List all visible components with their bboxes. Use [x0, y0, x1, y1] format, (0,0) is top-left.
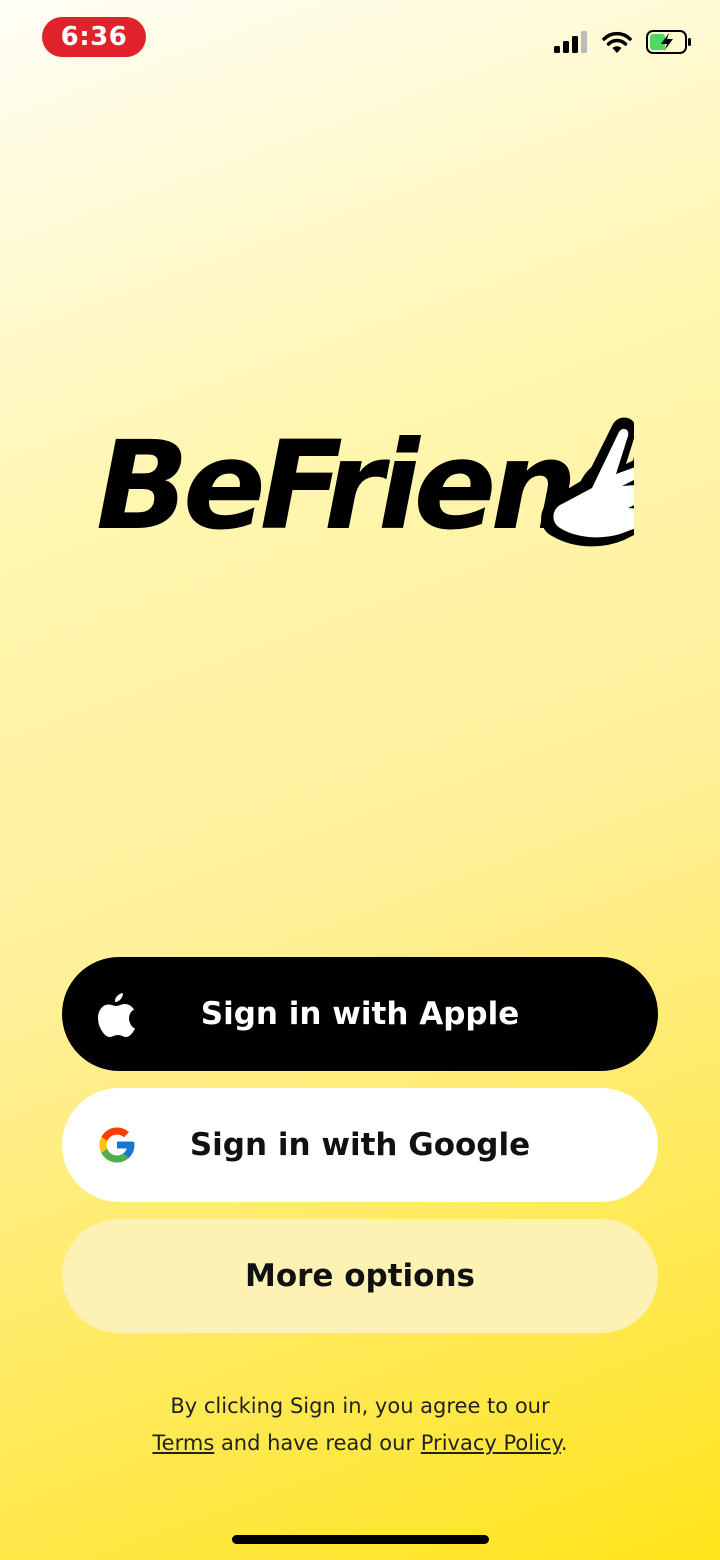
legal-end-text: . — [560, 1431, 568, 1455]
privacy-policy-link[interactable]: Privacy Policy — [421, 1431, 561, 1455]
sign-in-google-button[interactable]: Sign in with Google — [62, 1088, 658, 1202]
legal-line-1: By clicking Sign in, you agree to our — [170, 1394, 550, 1418]
sign-in-apple-button[interactable]: Sign in with Apple — [62, 957, 658, 1071]
sign-in-apple-label: Sign in with Apple — [200, 996, 520, 1032]
more-options-button[interactable]: More options — [62, 1219, 658, 1333]
terms-link[interactable]: Terms — [152, 1431, 214, 1455]
more-options-label: More options — [244, 1258, 475, 1294]
sign-in-google-label: Sign in with Google — [189, 1127, 531, 1163]
legal-notice: By clicking Sign in, you agree to our Te… — [0, 1388, 720, 1462]
legal-middle-text: and have read our — [214, 1431, 421, 1455]
apple-icon — [98, 993, 135, 1037]
wifi-icon — [602, 31, 632, 53]
status-icons — [554, 30, 692, 54]
signal-icon — [554, 31, 587, 53]
status-time: 6:36 — [42, 17, 146, 57]
battery-charging-icon — [646, 30, 691, 54]
befriend-logo: BeFriend — [96, 415, 634, 548]
google-icon — [99, 1127, 135, 1163]
legal-line-2: Terms and have read our Privacy Policy. — [0, 1425, 720, 1462]
home-indicator[interactable] — [232, 1535, 489, 1544]
status-bar: 6:36 — [0, 0, 720, 80]
